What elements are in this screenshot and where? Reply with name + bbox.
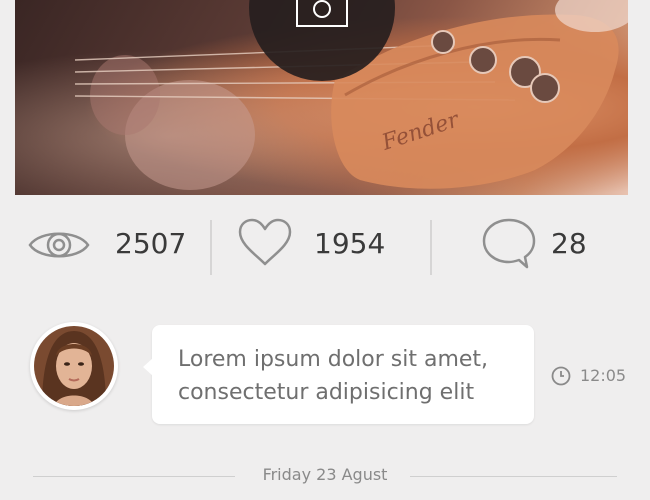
stats-divider xyxy=(210,220,212,275)
avatar[interactable] xyxy=(30,322,118,410)
message-bubble: Lorem ipsum dolor sit amet, consectetur … xyxy=(143,325,534,424)
date-separator-line-right xyxy=(410,476,617,477)
camera-icon[interactable] xyxy=(296,0,348,28)
stats-divider xyxy=(430,220,432,275)
heart-icon[interactable] xyxy=(237,218,293,268)
views-count: 2507 xyxy=(115,227,187,260)
avatar-photo xyxy=(34,326,114,406)
eye-icon xyxy=(28,232,90,258)
speech-bubble-icon[interactable] xyxy=(481,217,537,271)
clock-icon xyxy=(551,366,571,386)
stats-row: 2507 1954 28 xyxy=(0,205,650,285)
message-text: Lorem ipsum dolor sit amet, consectetur … xyxy=(178,347,489,405)
comments-count: 28 xyxy=(551,227,587,260)
likes-count: 1954 xyxy=(314,227,386,260)
date-separator-label: Friday 23 Agust xyxy=(262,465,388,484)
time-label: 12:05 xyxy=(580,366,627,385)
